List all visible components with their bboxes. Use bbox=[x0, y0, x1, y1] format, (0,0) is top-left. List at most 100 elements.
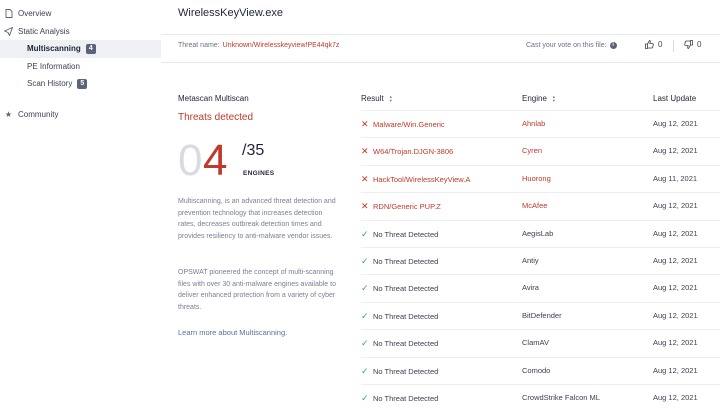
upvote-button[interactable]: 0 bbox=[645, 40, 662, 49]
column-header-last-update[interactable]: Last Update bbox=[653, 94, 696, 103]
result-text: Malware/Win.Generic bbox=[373, 120, 445, 129]
engine-cell: Antiy bbox=[522, 256, 539, 265]
downvote-button[interactable]: 0 bbox=[684, 40, 701, 49]
column-header-label: Engine bbox=[522, 94, 547, 103]
sidebar-item-community[interactable]: ★ Community bbox=[0, 105, 161, 123]
result-cell: ✓ No Threat Detected bbox=[361, 256, 438, 267]
result-cell: ✓ No Threat Detected bbox=[361, 311, 438, 322]
thumbs-down-icon bbox=[684, 40, 693, 49]
detected-count-prefix: 0 bbox=[178, 136, 203, 185]
result-text: No Threat Detected bbox=[373, 229, 439, 239]
sort-icon: ▲ ▼ bbox=[388, 93, 393, 103]
description-paragraph: Multiscanning, is an advanced threat det… bbox=[178, 198, 336, 240]
result-cell: ✓ No Threat Detected bbox=[361, 366, 438, 377]
vote-prompt: Cast your vote on this file: i bbox=[526, 42, 617, 49]
table-row[interactable]: ✓ No Threat Detected Avira Aug 12, 2021 bbox=[361, 274, 720, 301]
engine-cell: ClamAV bbox=[522, 338, 549, 348]
count-badge: 4 bbox=[85, 44, 96, 54]
detected-count: 4 bbox=[203, 136, 228, 185]
table-row[interactable]: ✕ HackTool/WirelessKeyView.A Huorong Aug 11… bbox=[361, 164, 720, 192]
sidebar-item-label: Scan History bbox=[27, 79, 73, 89]
sidebar-item-label: Static Analysis bbox=[18, 26, 70, 36]
thumbs-up-icon bbox=[645, 40, 654, 49]
divider bbox=[673, 40, 674, 52]
sidebar-item-label: Overview bbox=[18, 8, 52, 18]
threat-name-label: Threat name: bbox=[178, 42, 220, 49]
count-badge: 5 bbox=[77, 79, 88, 89]
sidebar-item-overview[interactable]: Overview bbox=[0, 4, 161, 22]
column-header-result[interactable]: Result ▲ ▼ bbox=[361, 94, 393, 103]
sidebar-item-label: PE Information bbox=[27, 61, 80, 71]
learn-more-link[interactable]: Learn more about Multiscanning. bbox=[178, 328, 287, 337]
result-cell: ✓ No Threat Detected bbox=[361, 229, 438, 240]
last-update-cell: Aug 12, 2021 bbox=[653, 146, 698, 156]
threat-name-value: Unknown/Wirelesskeyview!PE44qk7z bbox=[222, 42, 340, 49]
check-icon: ✓ bbox=[361, 338, 369, 349]
check-icon: ✓ bbox=[361, 256, 369, 266]
sidebar: Overview Static Analysis Multiscanning 4 … bbox=[0, 0, 161, 408]
x-icon: ✕ bbox=[361, 119, 369, 129]
table-row[interactable]: ✓ No Threat Detected BitDefender Aug 12, 20… bbox=[361, 301, 720, 329]
scan-status: Threats detected bbox=[178, 112, 254, 123]
upvote-count: 0 bbox=[658, 40, 663, 49]
last-update-cell: Aug 12, 2021 bbox=[653, 201, 698, 211]
last-update-cell: Aug 12, 2021 bbox=[653, 365, 698, 375]
last-update-cell: Aug 12, 2021 bbox=[653, 283, 698, 293]
star-icon: ★ bbox=[4, 109, 13, 119]
table-row[interactable]: ✓ No Threat Detected ClamAV Aug 12, 2021 bbox=[361, 329, 720, 356]
divider bbox=[161, 62, 720, 63]
sort-icon: ▲ ▼ bbox=[551, 93, 556, 103]
last-update-cell: Aug 12, 2021 bbox=[653, 338, 698, 348]
send-icon bbox=[4, 26, 13, 36]
engine-cell: Ahnlab bbox=[522, 119, 546, 128]
table-row[interactable]: ✓ No Threat Detected Comodo Aug 12, 2021 bbox=[361, 356, 720, 384]
result-text: No Threat Detected bbox=[373, 311, 439, 321]
x-icon: ✕ bbox=[361, 173, 369, 184]
result-text: HackTool/WirelessKeyView.A bbox=[373, 174, 471, 184]
engine-cell: Comodo bbox=[522, 365, 551, 375]
vote-label: Cast your vote on this file: bbox=[526, 42, 607, 49]
x-icon: ✕ bbox=[361, 201, 369, 212]
result-text: No Threat Detected bbox=[373, 394, 439, 403]
check-icon: ✓ bbox=[361, 228, 369, 239]
result-text: No Threat Detected bbox=[373, 257, 439, 266]
x-icon: ✕ bbox=[361, 146, 369, 157]
result-cell: ✓ No Threat Detected bbox=[361, 338, 438, 349]
last-update-cell: Aug 12, 2021 bbox=[653, 393, 698, 402]
info-icon[interactable]: i bbox=[609, 42, 617, 49]
threat-name: Threat name: Unknown/Wirelesskeyview!PE44… bbox=[178, 42, 339, 49]
result-cell: ✕ RDN/Generic PUP.Z bbox=[361, 201, 441, 212]
table-row[interactable]: ✓ No Threat Detected CrowdStrike Falcon ML… bbox=[361, 384, 720, 408]
column-header-engine[interactable]: Engine ▲ ▼ bbox=[522, 94, 556, 103]
table-row[interactable]: ✕ W64/Trojan.DJGN-3806 Cyren Aug 12, 2021 bbox=[361, 137, 720, 164]
engines-label: ENGINES bbox=[243, 170, 275, 177]
result-cell: ✕ Malware/Win.Generic bbox=[361, 119, 445, 130]
sidebar-item-label: Community bbox=[18, 109, 59, 119]
engine-cell: CrowdStrike Falcon ML bbox=[522, 393, 600, 402]
description-paragraph: OPSWAT pioneered the concept of multi-sc… bbox=[178, 269, 336, 311]
sidebar-item-label: Multiscanning bbox=[27, 44, 81, 54]
table-row[interactable]: ✓ No Threat Detected AegisLab Aug 12, 2021 bbox=[361, 219, 720, 247]
last-update-cell: Aug 12, 2021 bbox=[653, 228, 698, 238]
check-icon: ✓ bbox=[361, 365, 369, 376]
sidebar-item-scan-history[interactable]: Scan History 5 bbox=[0, 75, 161, 93]
sidebar-item-multiscanning[interactable]: Multiscanning 4 bbox=[0, 40, 161, 58]
result-cell: ✕ HackTool/WirelessKeyView.A bbox=[361, 174, 470, 185]
check-icon: ✓ bbox=[361, 393, 369, 403]
sidebar-item-static-analysis[interactable]: Static Analysis bbox=[0, 22, 161, 40]
engine-cell: Cyren bbox=[522, 146, 543, 156]
file-title: WirelessKeyView.exe bbox=[178, 7, 283, 19]
result-cell: ✕ W64/Trojan.DJGN-3806 bbox=[361, 146, 453, 157]
column-header-label: Result bbox=[361, 94, 384, 103]
downvote-count: 0 bbox=[697, 40, 702, 49]
last-update-cell: Aug 11, 2021 bbox=[653, 173, 698, 183]
check-icon: ✓ bbox=[361, 310, 369, 321]
table-row[interactable]: ✕ RDN/Generic PUP.Z McAfee Aug 12, 2021 bbox=[361, 192, 720, 219]
table-row[interactable]: ✕ Malware/Win.Generic Ahnlab Aug 12, 2021 bbox=[361, 110, 720, 137]
sidebar-item-pe-information[interactable]: PE Information bbox=[0, 57, 161, 75]
total-engines: /35 bbox=[242, 142, 265, 159]
document-icon bbox=[4, 8, 13, 18]
result-cell: ✓ No Threat Detected bbox=[361, 393, 438, 404]
table-row[interactable]: ✓ No Threat Detected Antiy Aug 12, 2021 bbox=[361, 247, 720, 274]
result-cell: ✓ No Threat Detected bbox=[361, 283, 438, 294]
